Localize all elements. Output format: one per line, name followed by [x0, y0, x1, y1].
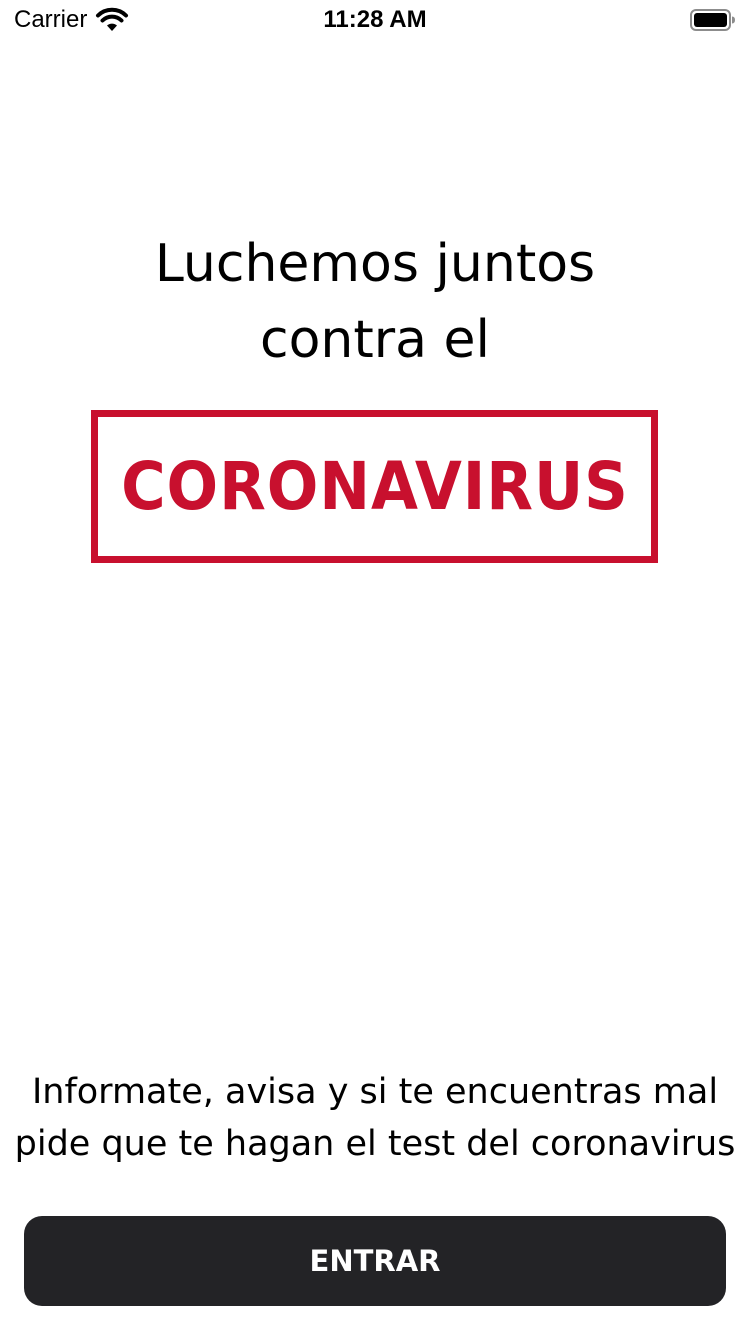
- welcome-screen: Carrier 11:28 AM Luchemos juntos contra …: [0, 0, 750, 1334]
- coronavirus-logo-text: CORONAVIRUS: [120, 448, 629, 525]
- info-message-line-2: pide que te hagan el test del coronaviru…: [14, 1124, 736, 1164]
- headline-line-1: Luchemos juntos: [154, 234, 596, 294]
- enter-button-label: ENTRAR: [309, 1244, 441, 1278]
- status-time: 11:28 AM: [323, 6, 427, 33]
- info-message: Informate, avisa y si te encuentras mal …: [0, 1066, 750, 1170]
- headline-line-2: contra el: [260, 310, 490, 370]
- headline: Luchemos juntos contra el: [0, 226, 750, 378]
- battery-icon: [690, 9, 735, 31]
- enter-button[interactable]: ENTRAR: [24, 1216, 726, 1306]
- info-message-line-1: Informate, avisa y si te encuentras mal: [31, 1072, 719, 1112]
- coronavirus-logo: CORONAVIRUS: [91, 410, 658, 563]
- status-bar: Carrier 11:28 AM: [0, 0, 750, 40]
